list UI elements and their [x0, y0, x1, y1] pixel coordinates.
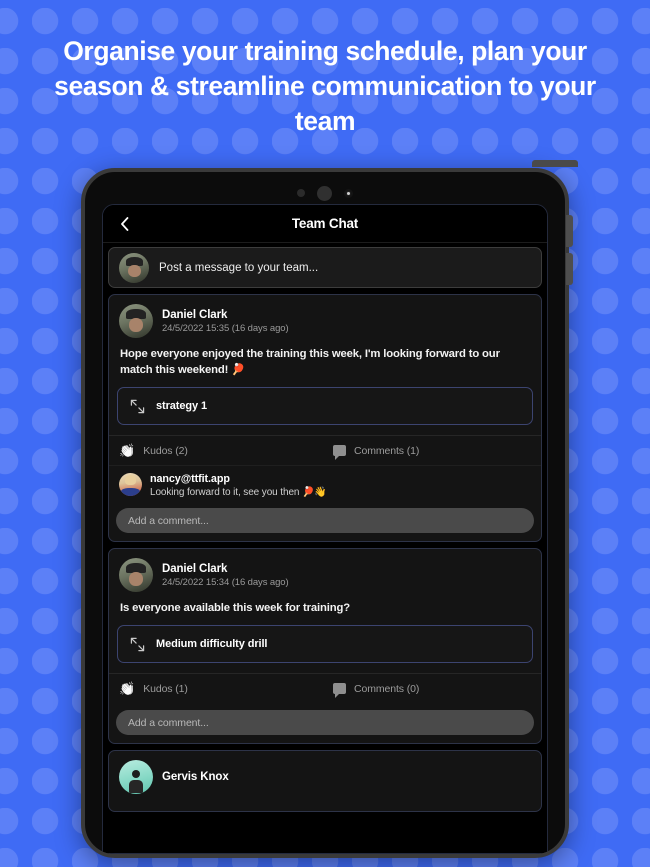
comments-button[interactable]: Comments (0) — [325, 682, 541, 698]
app-navbar: Team Chat — [103, 205, 547, 243]
comment-author: nancy@ttfit.app — [150, 473, 230, 485]
comment-item: nancy@ttfit.app Looking forward to it, s… — [109, 465, 541, 501]
device-volume-up-button[interactable] — [566, 215, 573, 247]
clapping-hands-icon: 👏 — [119, 681, 136, 696]
comments-label: Comments (1) — [354, 444, 420, 457]
speech-bubble-icon — [333, 683, 346, 698]
sensor-dot-small-icon — [297, 189, 305, 197]
post-card[interactable]: Gervis Knox — [108, 750, 542, 812]
speech-bubble-icon — [333, 445, 346, 460]
post-body: Is everyone available this week for trai… — [120, 602, 350, 614]
device-top-button[interactable] — [532, 160, 578, 167]
post-header: Daniel Clark 24/5/2022 15:34 (16 days ag… — [109, 549, 541, 599]
post-body — [109, 801, 541, 811]
add-comment-placeholder: Add a comment... — [128, 716, 209, 729]
post-author: Daniel Clark — [162, 562, 228, 575]
expand-arrows-icon — [130, 637, 145, 651]
avatar[interactable] — [119, 473, 142, 496]
comments-button[interactable]: Comments (1) — [325, 444, 541, 460]
composer-placeholder: Post a message to your team... — [159, 261, 319, 274]
post-header: Daniel Clark 24/5/2022 15:35 (16 days ag… — [109, 295, 541, 345]
chevron-left-icon — [120, 216, 128, 231]
add-comment-input[interactable]: Add a comment... — [116, 508, 534, 533]
kudos-button[interactable]: 👏 Kudos (2) — [109, 444, 325, 457]
avatar — [119, 252, 149, 283]
avatar[interactable] — [119, 558, 153, 592]
add-comment-placeholder: Add a comment... — [128, 514, 209, 527]
post-header: Gervis Knox — [109, 751, 541, 801]
post-author: Daniel Clark — [162, 308, 228, 321]
post-body: Hope everyone enjoyed the training this … — [120, 348, 500, 376]
post-card[interactable]: Daniel Clark 24/5/2022 15:35 (16 days ag… — [108, 294, 542, 542]
post-actions: 👏 Kudos (2) Comments (1) — [109, 435, 541, 465]
back-button[interactable] — [109, 205, 139, 242]
post-composer[interactable]: Post a message to your team... — [108, 247, 542, 288]
device-sensor-cluster — [85, 180, 565, 206]
nav-title: Team Chat — [291, 216, 359, 231]
attachment-label: strategy 1 — [156, 400, 207, 412]
comments-label: Comments (0) — [354, 682, 420, 695]
post-card[interactable]: Daniel Clark 24/5/2022 15:34 (16 days ag… — [108, 548, 542, 744]
attachment-label: Medium difficulty drill — [156, 638, 268, 650]
kudos-button[interactable]: 👏 Kudos (1) — [109, 682, 325, 695]
clapping-hands-icon: 👏 — [119, 443, 136, 458]
proximity-sensor-icon — [344, 188, 353, 198]
kudos-label: Kudos (1) — [143, 682, 188, 695]
camera-lens-icon — [317, 185, 332, 201]
post-timestamp: 24/5/2022 15:35 (16 days ago) — [162, 322, 289, 334]
post-actions: 👏 Kudos (1) Comments (0) — [109, 673, 541, 703]
post-attachment[interactable]: strategy 1 — [117, 387, 533, 425]
device-volume-down-button[interactable] — [566, 253, 573, 285]
comment-text: Looking forward to it, see you then 🏓👋 — [150, 487, 327, 498]
tablet-device-frame: Team Chat Post a message to your team...… — [81, 168, 569, 858]
avatar[interactable] — [119, 760, 153, 794]
post-attachment[interactable]: Medium difficulty drill — [117, 625, 533, 663]
device-screen: Team Chat Post a message to your team...… — [102, 204, 548, 854]
chat-feed[interactable]: Post a message to your team... Daniel Cl… — [103, 243, 547, 853]
page-title: Organise your training schedule, plan yo… — [54, 36, 596, 136]
post-author: Gervis Knox — [162, 771, 229, 783]
avatar[interactable] — [119, 304, 153, 338]
kudos-label: Kudos (2) — [143, 444, 188, 457]
expand-arrows-icon — [130, 399, 145, 413]
add-comment-input[interactable]: Add a comment... — [116, 710, 534, 735]
post-timestamp: 24/5/2022 15:34 (16 days ago) — [162, 576, 289, 588]
